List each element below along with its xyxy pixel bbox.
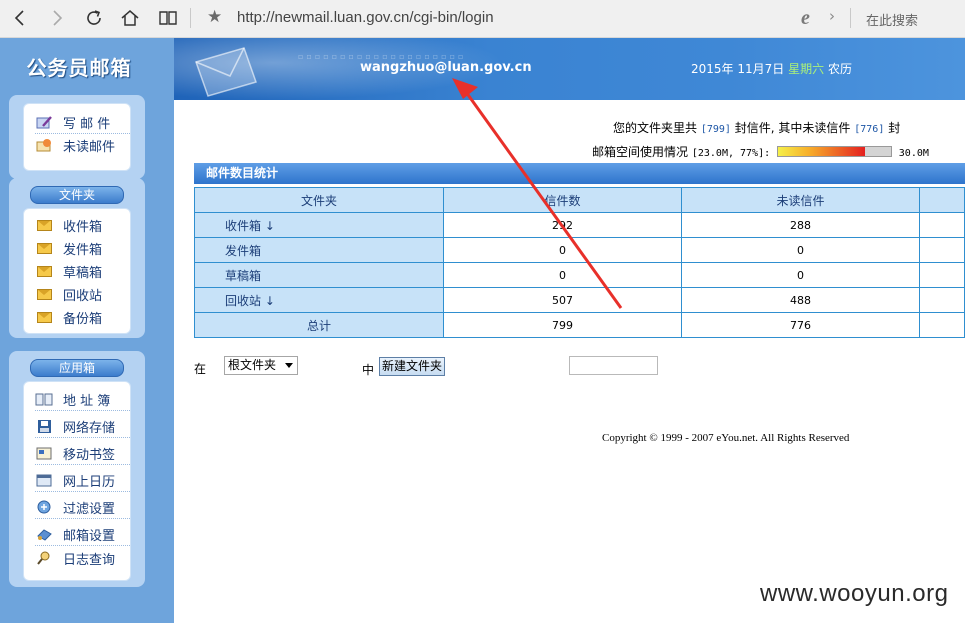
annotation-arrow-head xyxy=(452,78,478,99)
watermark: www.wooyun.org xyxy=(760,580,949,607)
annotation-arrow xyxy=(452,78,623,309)
annotation-arrow-line xyxy=(464,91,623,309)
